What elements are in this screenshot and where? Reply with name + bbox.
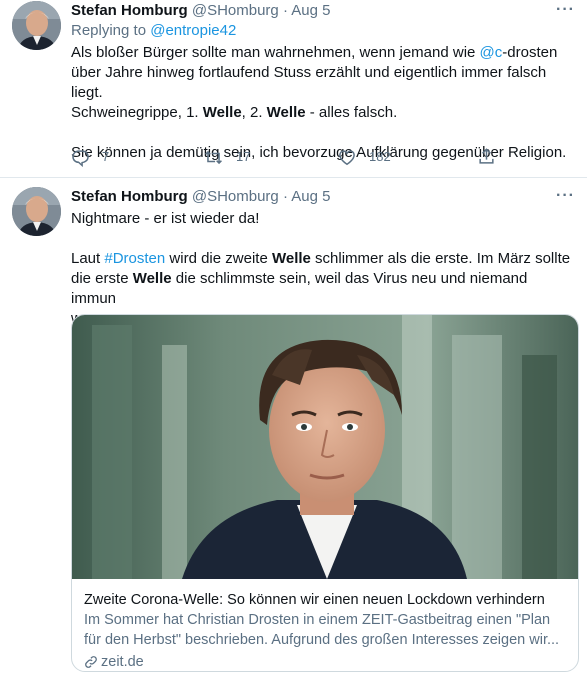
like-count: 182 [369,149,391,164]
text-segment: die erste [71,270,133,287]
text-segment: , 2. [241,104,267,121]
more-options-icon[interactable]: ··· [556,186,575,206]
tweet-header: Stefan Homburg @SHomburg · Aug 5 [71,187,331,207]
card-image[interactable] [72,315,578,579]
text-segment: schlimmer als die erste. Im März sollte [310,250,571,267]
text-segment: - alles falsch. [305,104,398,121]
tweet[interactable]: Stefan Homburg @SHomburg · Aug 5 ··· Nig… [0,178,587,689]
avatar[interactable] [12,1,61,50]
author-name[interactable]: Stefan Homburg [71,2,188,19]
card-title[interactable]: Zweite Corona-Welle: So können wir einen… [84,590,570,610]
text-line: Nightmare - er ist wieder da! [71,210,260,227]
replying-handle-link[interactable]: @entropie42 [150,22,236,39]
more-options-icon[interactable]: ··· [556,0,575,20]
retweet-icon [205,150,222,164]
retweet-count: 17 [236,149,251,164]
card-domain[interactable]: zeit.de [84,652,570,671]
tweet-text: Nightmare - er ist wieder da! Laut #Dros… [71,209,576,329]
text-segment: wird die zweite [165,250,272,267]
timestamp[interactable]: Aug 5 [291,2,330,19]
author-name[interactable]: Stefan Homburg [71,188,188,205]
mention-link[interactable]: @c [480,44,503,61]
share-icon [479,148,494,164]
text-segment: -drosten [502,44,558,61]
replying-to: Replying to @entropie42 [71,21,576,41]
hashtag-link[interactable]: #Drosten [104,250,165,267]
heart-icon [339,149,355,165]
separator: · [282,2,288,19]
card-domain-text: zeit.de [101,654,144,670]
reply-button[interactable]: 7 [71,147,109,167]
tweet-actions: 7 17 182 [71,147,501,167]
share-button[interactable] [477,147,496,166]
bold-text: Welle [202,104,242,121]
author-handle[interactable]: @SHomburg [192,188,279,205]
card-description-line: Im Sommer hat Christian Drosten in einem… [84,612,551,628]
replying-prefix: Replying to [71,22,151,39]
tweet-header: Stefan Homburg @SHomburg · Aug 5 [71,1,331,21]
link-card[interactable]: Zweite Corona-Welle: So können wir einen… [71,314,579,672]
tweet[interactable]: Stefan Homburg @SHomburg · Aug 5 ··· Rep… [0,0,587,178]
avatar[interactable] [12,187,61,236]
separator: · [282,188,288,205]
card-text: Zweite Corona-Welle: So können wir einen… [84,590,570,671]
author-handle[interactable]: @SHomburg [192,2,279,19]
text-segment: Als bloßer Bürger sollte man wahrnehmen,… [71,44,480,61]
tweet-text: Als bloßer Bürger sollte man wahrnehmen,… [71,43,576,163]
reply-count: 7 [102,149,110,164]
text-segment: Schweinegrippe, 1. [71,104,203,121]
timestamp[interactable]: Aug 5 [291,188,330,205]
text-line: über Jahre hinweg fortlaufend Stuss erzä… [71,64,547,101]
retweet-button[interactable]: 17 [203,147,250,167]
bold-text: Welle [132,270,172,287]
bold-text: Welle [271,250,311,267]
card-description-line: für den Herbst" beschrieben. Aufgrund de… [84,632,560,648]
text-segment: Laut [71,250,105,267]
link-icon [85,656,97,668]
bold-text: Welle [266,104,306,121]
like-button[interactable]: 182 [337,147,391,167]
reply-icon [72,149,89,167]
